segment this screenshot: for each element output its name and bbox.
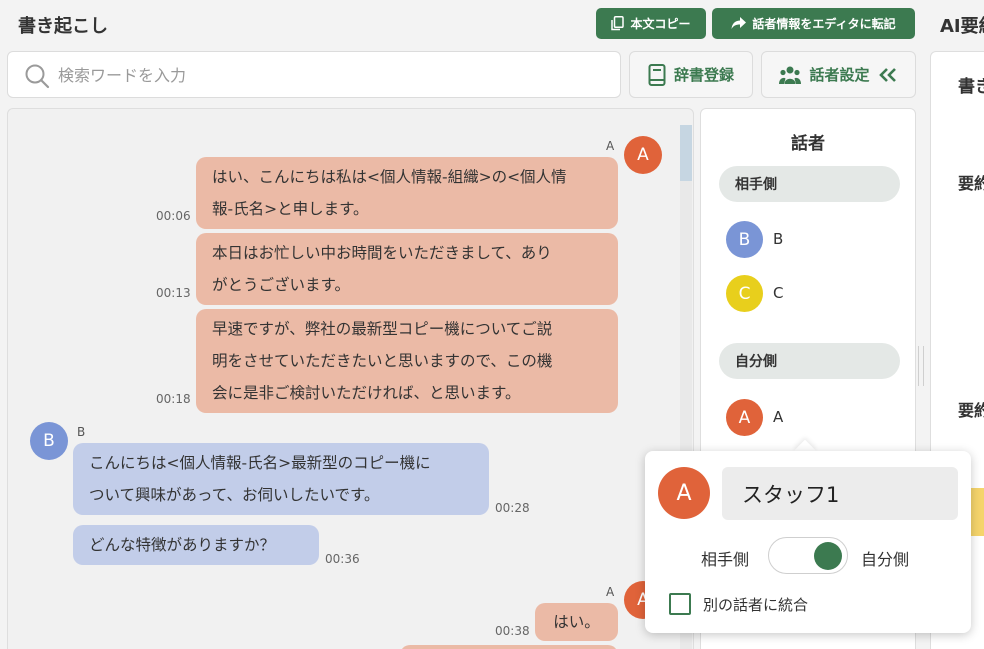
avatar-b[interactable]: B	[30, 422, 68, 460]
ai-summary-title: AI要約	[940, 16, 984, 37]
toggle-other-side-label: 相手側	[701, 550, 750, 569]
ai-panel-heading: 書き	[958, 77, 984, 97]
copy-text-button[interactable]: 本文コピー	[596, 8, 706, 39]
message-bubble[interactable]: はい。	[535, 603, 618, 641]
message-line: 会に是非ご検討いただければ、と思います。	[212, 384, 521, 402]
message-timestamp[interactable]: 00:28	[495, 501, 530, 515]
page-title: 書き起こし	[18, 16, 108, 37]
toggle-self-side-label: 自分側	[861, 550, 910, 569]
message-timestamp[interactable]: 00:18	[156, 392, 191, 406]
message-line: はい、こんにちは私は<個人情報-組織>の<個人情	[212, 168, 567, 186]
double-chevron-left-icon	[878, 67, 896, 82]
speaker-name-c[interactable]: C	[773, 284, 783, 302]
merge-speaker-checkbox[interactable]	[669, 593, 691, 615]
message-line: 本日はお忙しい中お時間をいただきまして、あり	[212, 244, 552, 262]
dictionary-register-button[interactable]: 辞書登録	[629, 51, 753, 98]
speaker-avatar-b[interactable]: B	[726, 221, 763, 258]
search-input[interactable]	[58, 60, 608, 90]
speaker-settings-label: 話者設定	[809, 66, 870, 84]
message-timestamp[interactable]: 00:38	[495, 624, 530, 638]
message-bubble-partial[interactable]	[400, 645, 618, 649]
message-line: 報-氏名>と申します。	[212, 200, 369, 218]
message-line: こんにちは<個人情報-氏名>最新型のコピー機に	[89, 454, 431, 472]
toggle-knob	[814, 542, 842, 570]
transfer-speaker-info-button[interactable]: 話者情報をエディタに転記	[712, 8, 915, 39]
message-timestamp[interactable]: 00:36	[325, 552, 360, 566]
message-line: がとうございます。	[212, 276, 350, 294]
message-bubble[interactable]: 本日はお忙しい中お時間をいただきまして、あり がとうございます。	[196, 233, 618, 305]
transcript-panel: A A はい、こんにちは私は<個人情報-組織>の<個人情 報-氏名>と申します。…	[7, 108, 694, 649]
copy-icon	[611, 16, 625, 31]
speaker-settings-button[interactable]: 話者設定	[761, 51, 916, 98]
message-line: 早速ですが、弊社の最新型コピー機についてご説	[212, 320, 553, 338]
users-icon	[779, 66, 802, 84]
message-line: 明をさせていただきたいと思いますので、この機	[212, 352, 553, 370]
message-bubble[interactable]: はい、こんにちは私は<個人情報-組織>の<個人情 報-氏名>と申します。	[196, 157, 618, 229]
speaker-edit-popup: A 相手側 自分側 別の話者に統合	[645, 451, 971, 633]
panel-resize-handle[interactable]	[918, 346, 924, 386]
speaker-avatar-c[interactable]: C	[726, 275, 763, 312]
message-line: はい。	[553, 613, 600, 631]
avatar-a[interactable]: A	[624, 136, 662, 174]
message-timestamp[interactable]: 00:13	[156, 286, 191, 300]
book-icon	[648, 63, 666, 86]
transfer-speaker-info-label: 話者情報をエディタに転記	[752, 17, 896, 31]
dictionary-register-label: 辞書登録	[673, 66, 734, 84]
speaker-avatar-a[interactable]: A	[726, 399, 763, 436]
search-box	[7, 51, 621, 98]
message-bubble[interactable]: こんにちは<個人情報-氏名>最新型のコピー機に ついて興味があって、お伺いしたい…	[73, 443, 489, 515]
message-bubble[interactable]: どんな特徴がありますか？	[73, 525, 319, 565]
message-bubble[interactable]: 早速ですが、弊社の最新型コピー機についてご説 明をさせていただきたいと思いますの…	[196, 309, 618, 413]
popup-speaker-avatar: A	[658, 467, 710, 519]
ai-panel-summary-label: 要約	[958, 174, 984, 193]
message-line: どんな特徴がありますか？	[89, 536, 276, 554]
self-side-group-label: 自分側	[719, 343, 900, 379]
copy-text-label: 本文コピー	[630, 17, 691, 31]
side-toggle-switch[interactable]	[768, 537, 848, 574]
message-speaker-label: A	[606, 585, 615, 599]
speaker-name-input[interactable]	[722, 467, 958, 520]
message-timestamp[interactable]: 00:06	[156, 209, 191, 223]
message-speaker-label: B	[77, 425, 86, 439]
speaker-panel-title: 話者	[791, 134, 825, 154]
speaker-name-a[interactable]: A	[773, 408, 783, 426]
share-arrow-icon	[731, 17, 747, 29]
ai-panel-highlight	[971, 488, 984, 536]
ai-panel-summary-label: 要約	[958, 401, 984, 420]
speaker-name-b[interactable]: B	[773, 230, 783, 248]
message-line: ついて興味があって、お伺いしたいです。	[89, 486, 380, 504]
scrollbar-thumb[interactable]	[680, 125, 692, 181]
other-side-group-label: 相手側	[719, 166, 900, 202]
message-speaker-label: A	[606, 139, 615, 153]
merge-speaker-label[interactable]: 別の話者に統合	[703, 594, 808, 615]
search-icon	[25, 64, 50, 89]
